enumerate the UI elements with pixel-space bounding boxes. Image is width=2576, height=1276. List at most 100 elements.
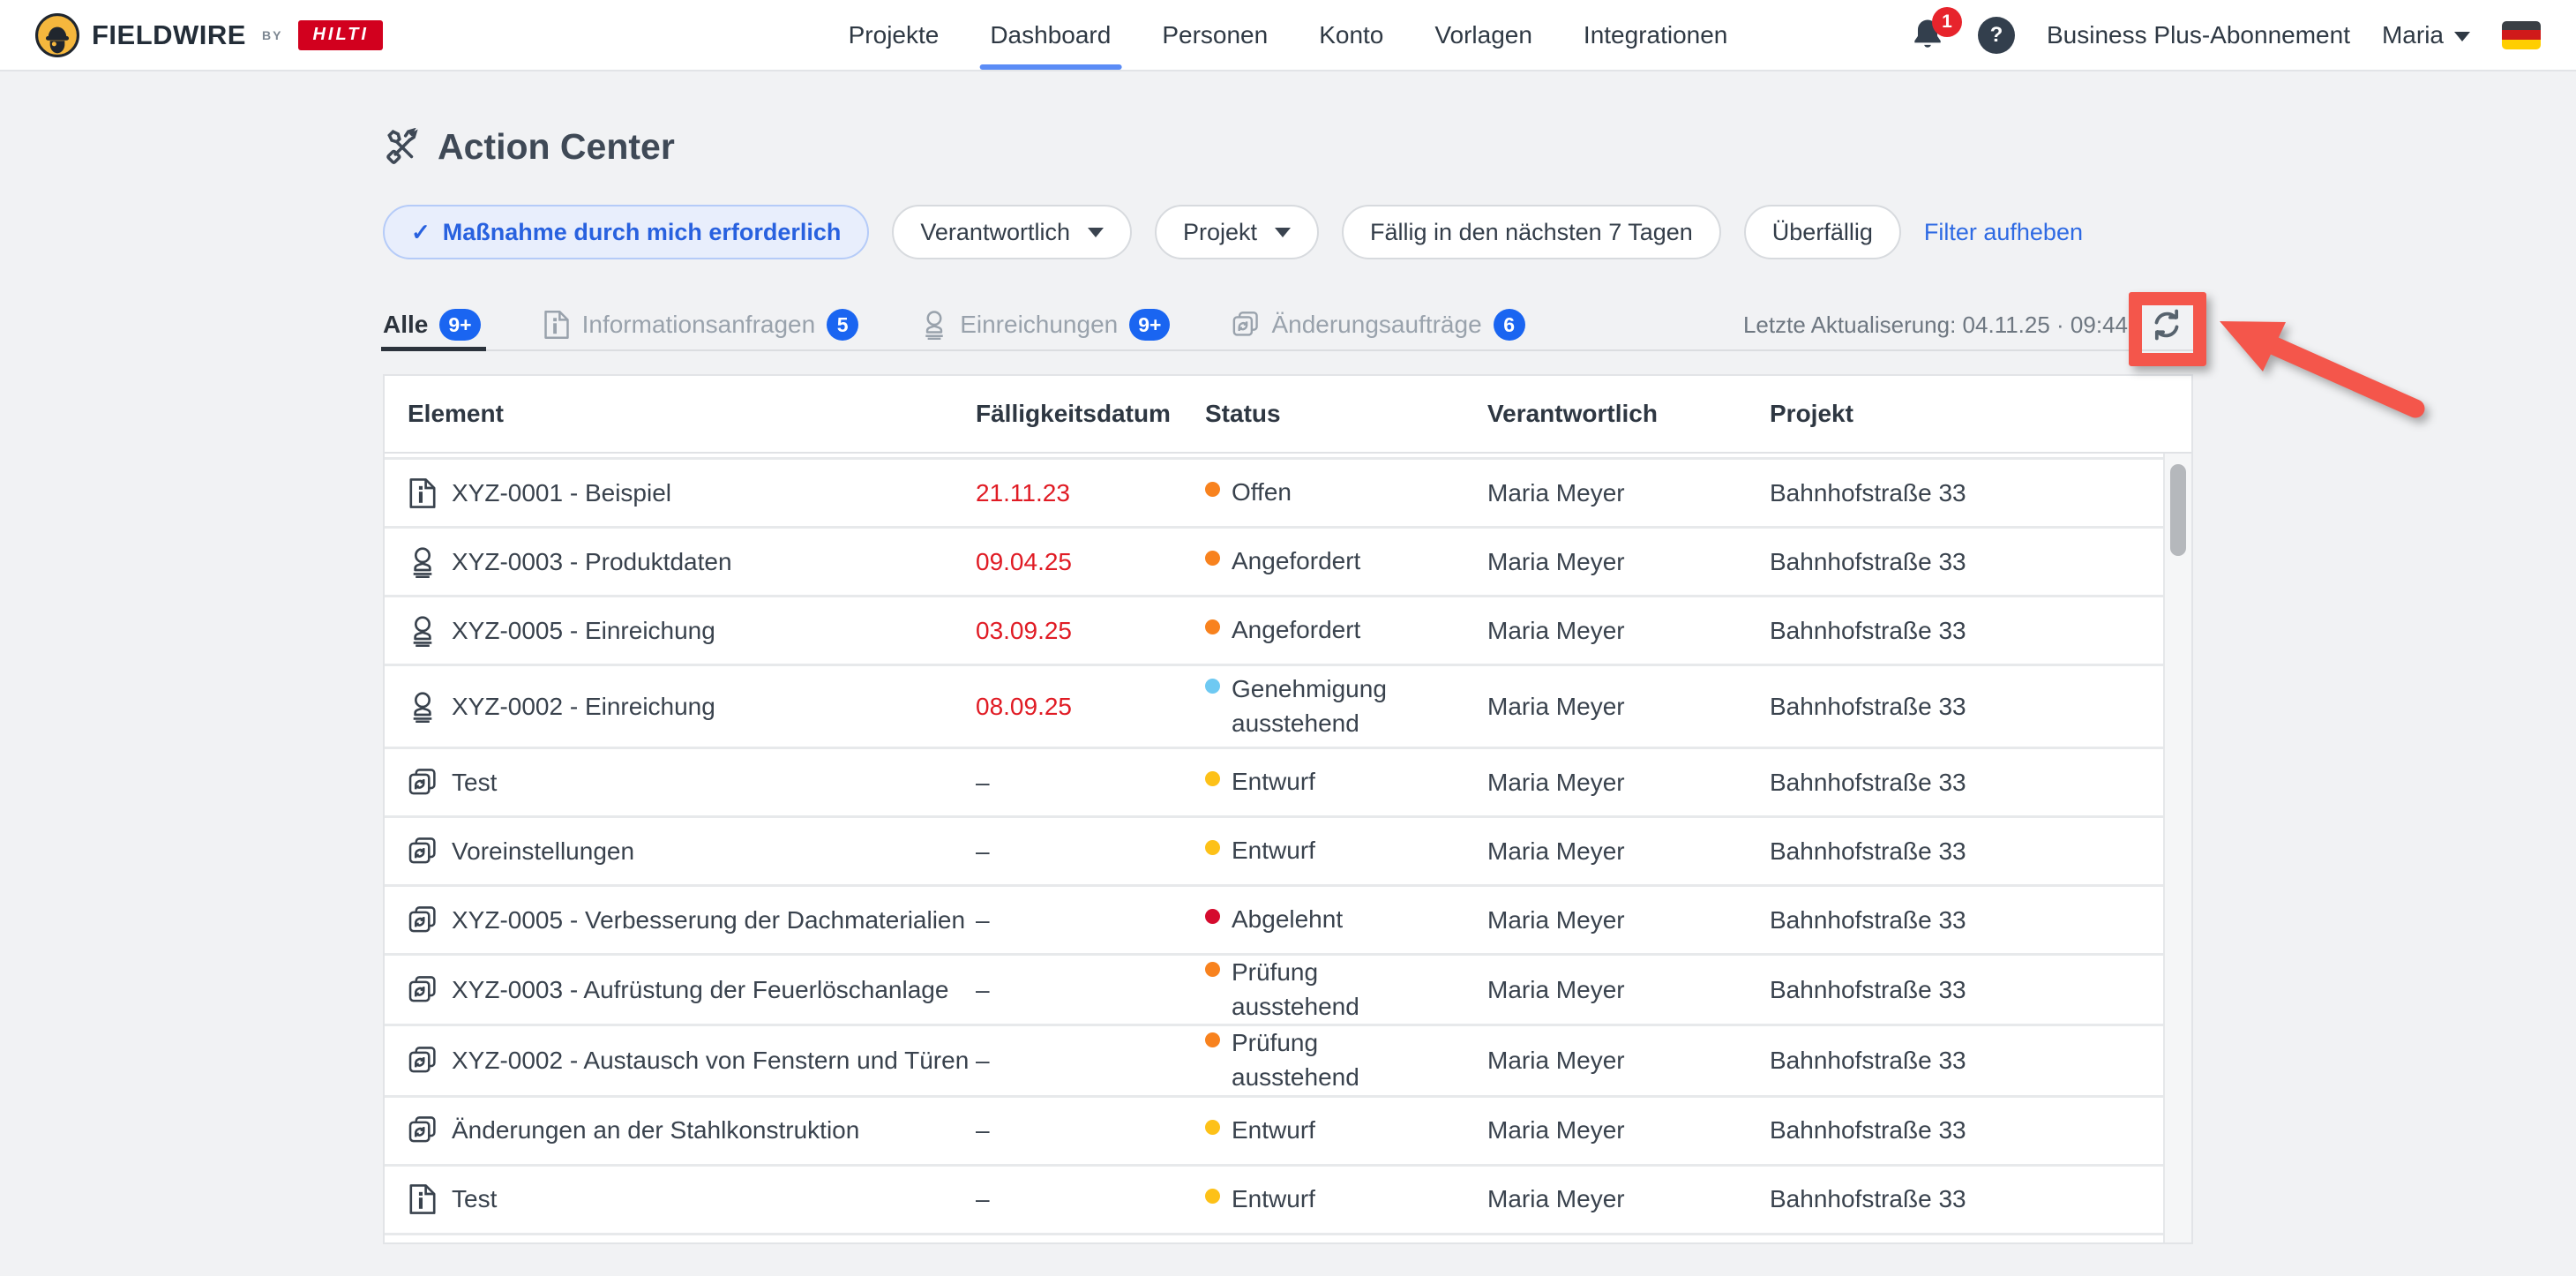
status-dot [1205,619,1220,634]
change-order-icon [408,836,438,867]
status-label: Angefordert [1232,544,1360,579]
column-header-fälligkeitsdatum: Fälligkeitsdatum [976,400,1205,428]
status-dot [1205,962,1220,977]
tab-alle[interactable]: Alle 9+ [383,300,481,349]
table-bottom-spacer [385,1235,2163,1242]
change-order-icon [1232,310,1260,340]
project-cell: Bahnhofstraße 33 [1770,906,2163,934]
status-label: Genehmigung ausstehend [1232,672,1434,740]
element-cell: XYZ-0005 - Einreichung [385,615,976,647]
language-flag-german[interactable] [2502,21,2541,49]
filter-chip-überfällig[interactable]: Überfällig [1744,205,1901,259]
tab-count-badge: 9+ [439,309,480,341]
nav-item-label: Personen [1162,21,1268,49]
status-cell: Prüfung ausstehend [1205,956,1487,1024]
annotation-arrow [2195,304,2442,436]
status-label: Prüfung ausstehend [1232,1026,1434,1094]
nav-item-integrationen[interactable]: Integrationen [1584,0,1727,70]
refresh-button[interactable] [2140,298,2193,351]
status-label: Entwurf [1232,834,1315,868]
nav-item-projekte[interactable]: Projekte [849,0,940,70]
subscription-label: Business Plus-Abonnement [2047,21,2350,49]
nav-item-personen[interactable]: Personen [1162,0,1268,70]
table-row[interactable]: XYZ-0002 - Einreichung08.09.25Genehmigun… [385,666,2163,749]
hilti-logo: HILTI [298,20,383,50]
tab-count-badge: 6 [1494,309,1525,341]
tab-label: Einreichungen [960,311,1118,339]
element-cell: XYZ-0005 - Verbesserung der Dachmaterial… [385,904,976,936]
status-dot [1205,1032,1220,1047]
refresh-icon [2146,304,2187,345]
table-row[interactable]: XYZ-0005 - Verbesserung der Dachmaterial… [385,887,2163,956]
fieldwire-logo-icon [35,13,79,57]
help-button[interactable]: ? [1978,17,2015,54]
tabs-meta: Letzte Aktualiserung: 04.11.25 · 09:44 [1743,298,2193,351]
top-navbar: FIELDWIRE BY HILTI Projekte Dashboard Pers… [0,0,2576,71]
filter-chip-maßnahme-durch-mich-erforderlich[interactable]: ✓Maßnahme durch mich erforderlich [383,205,869,259]
table-row[interactable]: XYZ-0005 - Einreichung03.09.25Angeforder… [385,597,2163,666]
project-cell: Bahnhofstraße 33 [1770,617,2163,645]
tabs-row: Alle 9+ Informationsanfragen5 Einreichungen… [383,300,2193,351]
change-order-icon [408,904,438,936]
filter-chip-label: Überfällig [1772,219,1873,246]
tab-informationsanfragen[interactable]: Informationsanfragen5 [543,300,859,349]
brand[interactable]: FIELDWIRE BY HILTI [35,13,383,57]
tab-einreichungen[interactable]: Einreichungen9+ [920,300,1170,349]
table-row[interactable]: XYZ-0003 - Aufrüstung der Feuerlöschanla… [385,956,2163,1026]
user-menu[interactable]: Maria [2382,21,2470,49]
element-name: XYZ-0003 - Aufrüstung der Feuerlöschanla… [452,976,948,1004]
change-order-icon [408,767,438,799]
table-row[interactable]: Änderungen an der Stahlkonstruktion–Entw… [385,1098,2163,1167]
tabs: Alle 9+ Informationsanfragen5 Einreichungen… [383,300,1525,349]
table-row[interactable]: XYZ-0002 - Austausch von Fenstern und Tü… [385,1026,2163,1097]
element-cell: XYZ-0002 - Einreichung [385,691,976,723]
element-cell: Test [385,1183,976,1215]
tab-änderungsaufträge[interactable]: Änderungsaufträge6 [1232,300,1524,349]
filter-chip-verantwortlich[interactable]: Verantwortlich [892,205,1132,259]
project-cell: Bahnhofstraße 33 [1770,976,2163,1004]
nav-item-vorlagen[interactable]: Vorlagen [1434,0,1532,70]
status-dot [1205,482,1220,497]
table-row[interactable]: Voreinstellungen–EntwurfMaria MeyerBahnh… [385,818,2163,887]
responsible-cell: Maria Meyer [1487,548,1770,576]
partial-row-sliver [385,454,2163,460]
due-date-cell: – [976,906,1205,934]
column-header-element: Element [385,400,976,428]
table-row[interactable]: Test–EntwurfMaria MeyerBahnhofstraße 33 [385,749,2163,818]
due-date-cell: – [976,837,1205,866]
status-label: Offen [1232,476,1292,510]
nav-item-dashboard[interactable]: Dashboard [990,0,1111,70]
responsible-cell: Maria Meyer [1487,693,1770,721]
nav-item-konto[interactable]: Konto [1319,0,1383,70]
notifications-button[interactable]: 1 [1909,16,1946,55]
scrollbar-thumb[interactable] [2170,464,2186,556]
filter-chip-fällig-in-den-nächsten-7-tagen[interactable]: Fällig in den nächsten 7 Tagen [1342,205,1721,259]
table-row[interactable]: Test–EntwurfMaria MeyerBahnhofstraße 33 [385,1167,2163,1235]
main-nav: Projekte Dashboard Personen Konto Vorlagen In… [849,0,1728,70]
element-name: Änderungen an der Stahlkonstruktion [452,1116,859,1145]
status-dot [1205,840,1220,855]
filter-chip-projekt[interactable]: Projekt [1155,205,1319,259]
due-date-cell: 03.09.25 [976,617,1205,645]
responsible-cell: Maria Meyer [1487,1185,1770,1213]
status-cell: Entwurf [1205,834,1487,868]
responsible-cell: Maria Meyer [1487,617,1770,645]
tab-label: Alle [383,311,428,339]
hammer-wrench-icon [383,128,422,167]
page-title-row: Action Center [383,126,2193,168]
status-cell: Entwurf [1205,1114,1487,1148]
table-row[interactable]: XYZ-0001 - Beispiel21.11.23OffenMaria Me… [385,460,2163,529]
tab-label: Informationsanfragen [582,311,816,339]
element-cell: XYZ-0002 - Austausch von Fenstern und Tü… [385,1045,976,1077]
change-order-icon [408,1045,438,1077]
element-name: Voreinstellungen [452,837,634,866]
submittal-icon [408,546,438,578]
status-label: Entwurf [1232,1182,1315,1217]
project-cell: Bahnhofstraße 33 [1770,548,2163,576]
status-label: Prüfung ausstehend [1232,956,1434,1024]
table-row[interactable]: XYZ-0003 - Produktdaten09.04.25Angeforde… [385,529,2163,597]
table-scrollbar[interactable] [2163,454,2191,1242]
info-request-icon [408,477,438,509]
element-cell: Voreinstellungen [385,836,976,867]
clear-filters-link[interactable]: Filter aufheben [1924,219,2083,246]
